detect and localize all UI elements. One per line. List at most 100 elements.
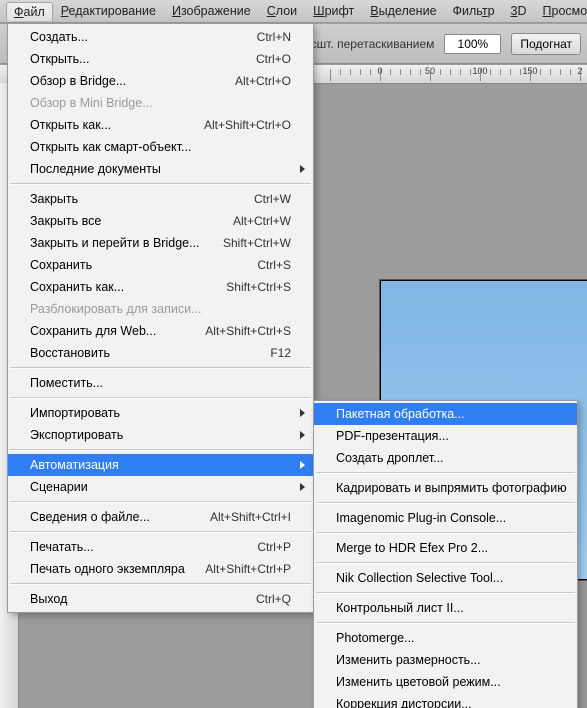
- automation-item[interactable]: Nik Collection Selective Tool...: [314, 567, 577, 589]
- drag-scale-label: Масшт. перетаскиванием: [294, 37, 435, 51]
- automation-item[interactable]: Изменить размерность...: [314, 649, 577, 671]
- menu-просмотр[interactable]: Просмотр: [535, 1, 587, 21]
- file-menu-item-label: Обзор в Mini Bridge...: [30, 96, 291, 110]
- automation-item-label: PDF-презентация...: [336, 429, 555, 443]
- file-menu-item-label: Сценарии: [30, 480, 291, 494]
- automation-item-label: Imagenomic Plug-in Console...: [336, 511, 555, 525]
- file-menu-item-label: Поместить...: [30, 376, 291, 390]
- file-menu-item-label: Обзор в Bridge...: [30, 74, 235, 88]
- file-menu-item-label: Выход: [30, 592, 256, 606]
- menu-фильтр[interactable]: Фильтр: [445, 1, 503, 21]
- file-menu-item[interactable]: Печать одного экземпляраAlt+Shift+Ctrl+P: [8, 558, 313, 580]
- file-menu-item-label: Печатать...: [30, 540, 257, 554]
- file-menu-item[interactable]: Экспортировать: [8, 424, 313, 446]
- file-menu-item-label: Открыть...: [30, 52, 256, 66]
- automation-item-label: Создать дроплет...: [336, 451, 555, 465]
- automation-item-label: Nik Collection Selective Tool...: [336, 571, 555, 585]
- file-menu-separator: [10, 531, 311, 533]
- file-menu-item-label: Печать одного экземпляра: [30, 562, 205, 576]
- file-menu-item-shortcut: Alt+Shift+Ctrl+S: [205, 324, 291, 338]
- menu-3d[interactable]: 3D: [503, 1, 535, 21]
- zoom-input[interactable]: 100%: [444, 34, 501, 54]
- file-menu-item[interactable]: Последние документы: [8, 158, 313, 180]
- file-menu-item-shortcut: Alt+Ctrl+O: [235, 74, 291, 88]
- file-menu-item-shortcut: Ctrl+Q: [256, 592, 291, 606]
- automation-item-label: Контрольный лист II...: [336, 601, 555, 615]
- automation-item-label: Изменить размерность...: [336, 653, 555, 667]
- file-menu-separator: [10, 501, 311, 503]
- menu-изображение[interactable]: Изображение: [164, 1, 259, 21]
- file-menu-item-shortcut: Alt+Shift+Ctrl+O: [204, 118, 291, 132]
- file-menu-item-label: Последние документы: [30, 162, 291, 176]
- automation-item-label: Merge to HDR Efex Pro 2...: [336, 541, 555, 555]
- file-menu-item-shortcut: Ctrl+O: [256, 52, 291, 66]
- file-menu-dropdown: Создать...Ctrl+NОткрыть...Ctrl+OОбзор в …: [7, 23, 314, 613]
- file-menu-item[interactable]: Закрыть и перейти в Bridge...Shift+Ctrl+…: [8, 232, 313, 254]
- menu-слои[interactable]: Слои: [259, 1, 305, 21]
- automation-item[interactable]: Создать дроплет...: [314, 447, 577, 469]
- file-menu-item[interactable]: Автоматизация: [8, 454, 313, 476]
- file-menu-item[interactable]: Открыть как...Alt+Shift+Ctrl+O: [8, 114, 313, 136]
- file-menu-item-label: Экспортировать: [30, 428, 291, 442]
- file-menu-item: Разблокировать для записи...: [8, 298, 313, 320]
- file-menu-item[interactable]: Создать...Ctrl+N: [8, 26, 313, 48]
- automation-separator: [316, 622, 575, 624]
- automation-item[interactable]: Коррекция дисторсии...: [314, 693, 577, 708]
- file-menu-item[interactable]: Открыть как смарт-объект...: [8, 136, 313, 158]
- file-menu-separator: [10, 397, 311, 399]
- menu-редактирование[interactable]: Редактирование: [53, 1, 164, 21]
- file-menu-item-label: Сведения о файле...: [30, 510, 210, 524]
- file-menu-item[interactable]: Сценарии: [8, 476, 313, 498]
- file-menu-item[interactable]: Сохранить как...Shift+Ctrl+S: [8, 276, 313, 298]
- menu-выделение[interactable]: Выделение: [362, 1, 444, 21]
- menu-bar: ФайлРедактированиеИзображениеСлоиШрифтВы…: [0, 0, 587, 23]
- automation-item[interactable]: Merge to HDR Efex Pro 2...: [314, 537, 577, 559]
- automation-submenu: Пакетная обработка... PDF-презентация... С…: [313, 400, 578, 708]
- file-menu-item[interactable]: Поместить...: [8, 372, 313, 394]
- file-menu-item[interactable]: Открыть...Ctrl+O: [8, 48, 313, 70]
- automation-item[interactable]: Imagenomic Plug-in Console...: [314, 507, 577, 529]
- automation-separator: [316, 592, 575, 594]
- file-menu-item[interactable]: Импортировать: [8, 402, 313, 424]
- file-menu-item-label: Восстановить: [30, 346, 270, 360]
- automation-item[interactable]: PDF-презентация...: [314, 425, 577, 447]
- file-menu-separator: [10, 449, 311, 451]
- file-menu-item[interactable]: Сохранить для Web...Alt+Shift+Ctrl+S: [8, 320, 313, 342]
- file-menu-item: Обзор в Mini Bridge...: [8, 92, 313, 114]
- file-menu-item-label: Импортировать: [30, 406, 291, 420]
- automation-item[interactable]: Пакетная обработка...: [314, 403, 577, 425]
- file-menu-item-label: Сохранить для Web...: [30, 324, 205, 338]
- file-menu-item[interactable]: Сведения о файле...Alt+Shift+Ctrl+I: [8, 506, 313, 528]
- file-menu-item-shortcut: Ctrl+P: [257, 540, 291, 554]
- file-menu-item-shortcut: Ctrl+W: [254, 192, 291, 206]
- file-menu-item-shortcut: Ctrl+N: [257, 30, 291, 44]
- app-window: ФайлРедактированиеИзображениеСлоиШрифтВы…: [0, 0, 587, 708]
- automation-separator: [316, 562, 575, 564]
- automation-item[interactable]: Изменить цветовой режим...: [314, 671, 577, 693]
- file-menu-item[interactable]: Закрыть всеAlt+Ctrl+W: [8, 210, 313, 232]
- file-menu-item-shortcut: F12: [270, 346, 291, 360]
- automation-item[interactable]: Photomerge...: [314, 627, 577, 649]
- automation-item-label: Коррекция дисторсии...: [336, 697, 555, 708]
- menu-шрифт[interactable]: Шрифт: [305, 1, 362, 21]
- automation-separator: [316, 532, 575, 534]
- zoom-value: 100%: [458, 37, 489, 51]
- menu-файл[interactable]: Файл: [6, 2, 53, 21]
- file-menu-item[interactable]: ВосстановитьF12: [8, 342, 313, 364]
- file-menu-item-label: Открыть как смарт-объект...: [30, 140, 291, 154]
- automation-item[interactable]: Кадрировать и выпрямить фотографию: [314, 477, 577, 499]
- file-menu-item-label: Закрыть все: [30, 214, 233, 228]
- file-menu-item[interactable]: Обзор в Bridge...Alt+Ctrl+O: [8, 70, 313, 92]
- file-menu-item-label: Сохранить: [30, 258, 257, 272]
- automation-item-label: Пакетная обработка...: [336, 407, 555, 421]
- fit-button-label: Подогнат: [520, 37, 572, 51]
- fit-button[interactable]: Подогнат: [511, 33, 581, 55]
- automation-item-label: Кадрировать и выпрямить фотографию: [336, 481, 585, 495]
- file-menu-item-shortcut: Shift+Ctrl+S: [226, 280, 291, 294]
- file-menu-item[interactable]: ВыходCtrl+Q: [8, 588, 313, 610]
- file-menu-item[interactable]: Печатать...Ctrl+P: [8, 536, 313, 558]
- file-menu-item[interactable]: СохранитьCtrl+S: [8, 254, 313, 276]
- automation-item[interactable]: Контрольный лист II...: [314, 597, 577, 619]
- file-menu-item[interactable]: ЗакрытьCtrl+W: [8, 188, 313, 210]
- file-menu-item-shortcut: Alt+Shift+Ctrl+I: [210, 510, 291, 524]
